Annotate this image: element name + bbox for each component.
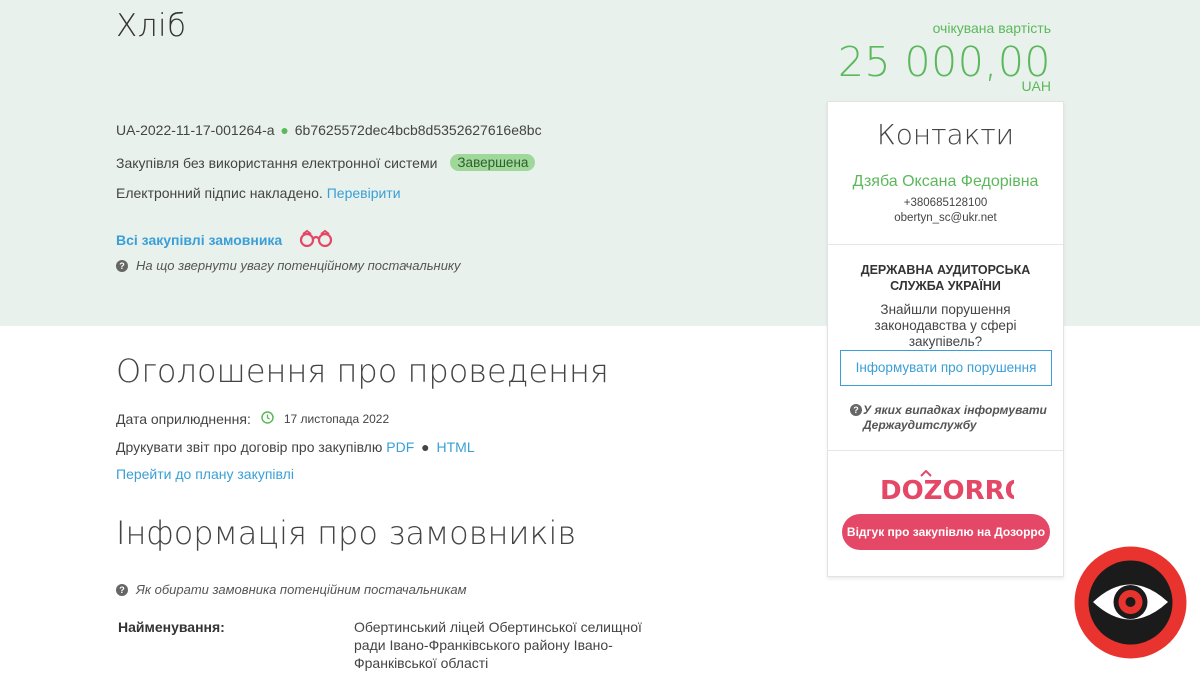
procurement-mode: Закупівля без використання електронної с… — [116, 154, 438, 171]
customer-name-value: Обертинський ліцей Обертинської селищної… — [354, 619, 642, 671]
announcement-heading: Оголошення про проведення — [116, 352, 609, 390]
customers-heading: Інформація про замовників — [116, 514, 577, 552]
audit-service-title: ДЕРЖАВНА АУДИТОРСЬКА СЛУЖБА УКРАЇНИ — [860, 263, 1031, 293]
question-icon: ? — [116, 259, 128, 272]
verify-signature-link[interactable]: Перевірити — [327, 185, 401, 201]
when-to-inform-link[interactable]: ? У яких випадках інформувати Держаудитс… — [850, 403, 1050, 433]
signature-line: Електронний підпис накладено. Перевірити — [116, 185, 401, 201]
publication-date-label: Дата оприлюднення: — [116, 411, 251, 427]
contacts-panel: Контакти Дзяба Оксана Федорівна +3806851… — [827, 101, 1064, 577]
question-icon: ? — [850, 404, 862, 416]
expected-value-label: очікувана вартість — [932, 20, 1051, 36]
eye-logo-icon[interactable] — [1073, 545, 1188, 665]
tender-id: UA-2022-11-17-001264-a — [116, 122, 275, 138]
dozorro-logo: DOZORRO — [878, 469, 1027, 509]
tender-hash: 6b7625572dec4bcb8d5352627616e8bc — [294, 122, 542, 138]
when-to-inform-text: У яких випадках інформувати Держаудитслу… — [863, 403, 1047, 432]
audit-question: Знайшли порушення законодавства у сфері … — [874, 302, 1017, 349]
separator-dot: ● — [421, 439, 430, 455]
tender-id-line: UA-2022-11-17-001264-a ● 6b7625572dec4bc… — [116, 122, 542, 138]
expected-value: 25 000,00 — [837, 38, 1051, 86]
signature-text: Електронний підпис накладено. — [116, 185, 323, 201]
print-pdf-link[interactable]: PDF — [386, 439, 414, 455]
contact-email: obertyn_sc@ukr.net — [894, 212, 997, 224]
binoculars-icon[interactable] — [298, 229, 334, 250]
currency: UAH — [1021, 78, 1051, 94]
divider — [828, 244, 1063, 245]
customer-hint-line[interactable]: ? Як обирати замовника потенційним поста… — [116, 582, 467, 597]
divider — [828, 450, 1063, 451]
clock-icon — [261, 411, 274, 427]
all-procurements-link[interactable]: Всі закупівлі замовника — [116, 232, 282, 248]
print-report-label: Друкувати звіт про договір про закупівлю — [116, 439, 383, 455]
publication-date-line: Дата оприлюднення: 17 листопада 2022 — [116, 411, 389, 427]
dozorro-feedback-button[interactable]: Відгук про закупівлю на Дозорро — [842, 514, 1050, 550]
separator-dot: ● — [280, 122, 289, 138]
customer-hint: Як обирати замовника потенційним постача… — [136, 582, 467, 597]
procurement-mode-line: Закупівля без використання електронної с… — [116, 154, 536, 171]
plan-link-line: Перейти до плану закупівлі — [116, 466, 294, 482]
question-icon: ? — [116, 583, 128, 596]
customer-name-label: Найменування: — [118, 619, 225, 635]
status-badge: Завершена — [450, 154, 536, 171]
page-title: Хліб — [116, 8, 187, 44]
supplier-hint: На що звернути увагу потенційному постач… — [136, 258, 461, 273]
contacts-title: Контакти — [876, 118, 1015, 151]
supplier-hint-line[interactable]: ? На що звернути увагу потенційному пост… — [116, 258, 461, 273]
procurement-plan-link[interactable]: Перейти до плану закупівлі — [116, 466, 294, 482]
all-procurements-line: Всі закупівлі замовника — [116, 229, 334, 250]
publication-date: 17 листопада 2022 — [283, 412, 390, 426]
contact-phone: +380685128100 — [903, 197, 988, 209]
contact-person: Дзяба Оксана Федорівна — [852, 173, 1039, 190]
report-violation-button[interactable]: Інформувати про порушення — [840, 350, 1052, 386]
print-report-line: Друкувати звіт про договір про закупівлю… — [116, 439, 475, 455]
dozorro-logo-text: DOZORRO — [880, 476, 1014, 504]
print-html-link[interactable]: HTML — [437, 439, 475, 455]
